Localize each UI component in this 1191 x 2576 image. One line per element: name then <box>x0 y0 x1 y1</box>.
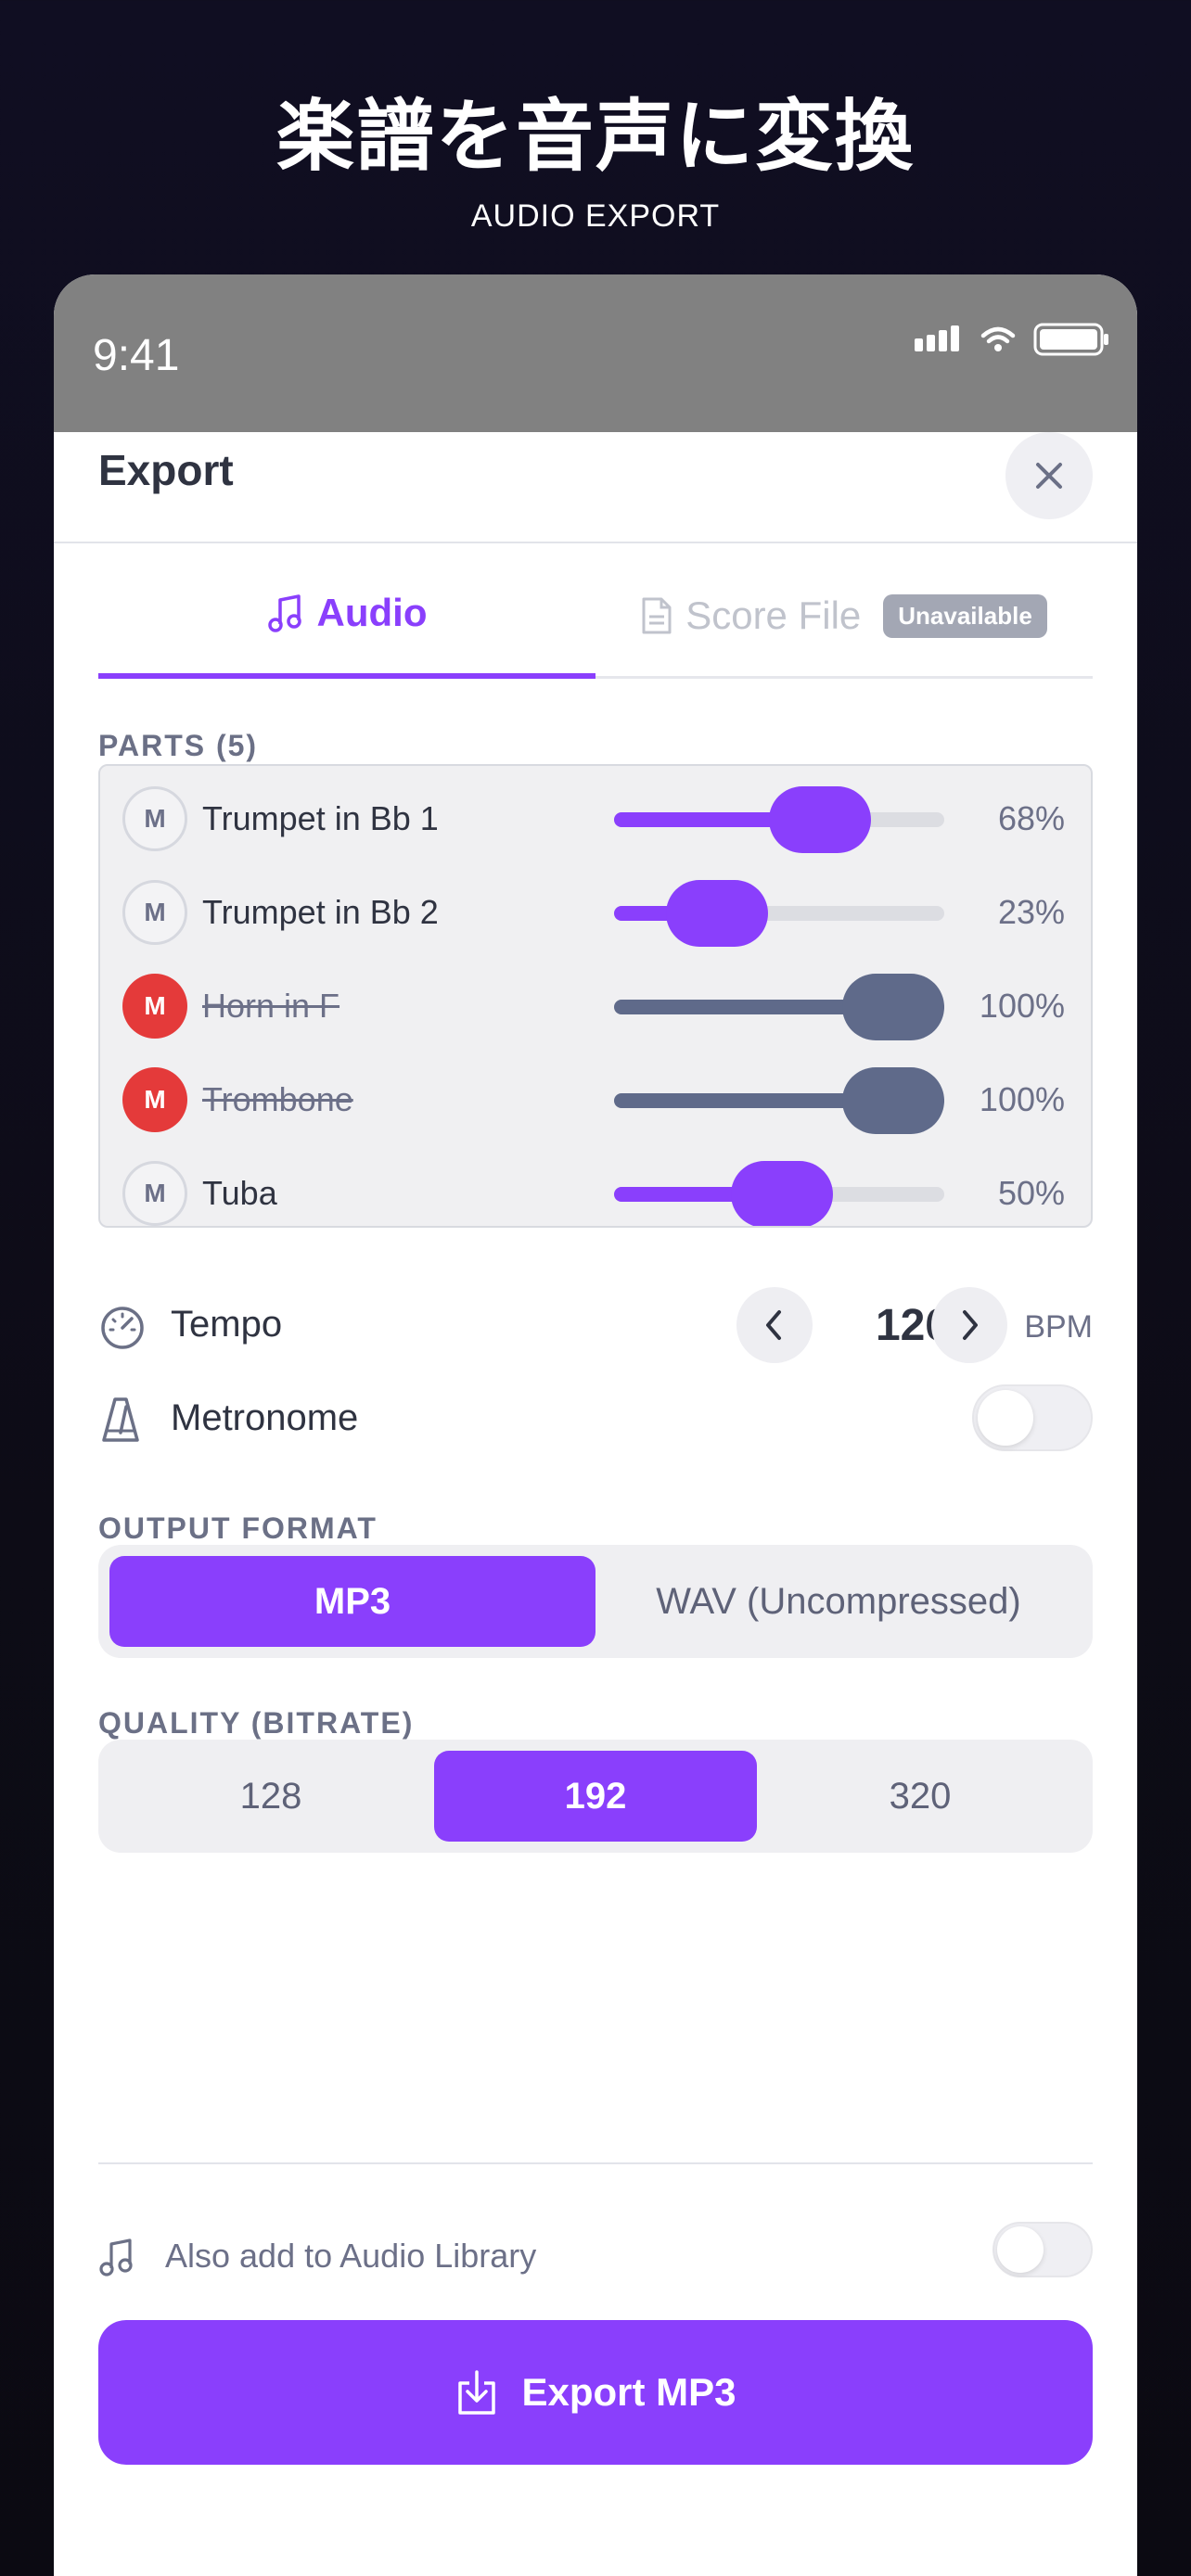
mute-button[interactable]: M <box>122 1067 187 1132</box>
hero-title: 楽譜を音声に変換 <box>275 91 915 182</box>
export-tabs: Audio Score File Unavailable <box>98 553 1093 679</box>
bitrate-option-192[interactable]: 192 <box>434 1751 757 1842</box>
part-row: M Horn in F 100% <box>100 959 1091 1052</box>
speedometer-icon <box>101 1307 144 1349</box>
volume-slider-thumb[interactable] <box>666 880 768 947</box>
export-button-label: Export MP3 <box>521 2370 736 2414</box>
volume-percent: 50% <box>997 1174 1065 1212</box>
audio-library-row: Also add to Audio Library <box>98 2218 1093 2292</box>
parts-section-label: PARTS (5) <box>98 729 259 762</box>
chevron-left-icon <box>766 1310 781 1340</box>
chevron-right-icon <box>963 1310 978 1340</box>
cellular-signal-icon <box>915 325 959 351</box>
part-name: Trumpet in Bb 2 <box>202 893 439 931</box>
volume-slider[interactable] <box>614 786 944 853</box>
toggle-knob <box>997 2226 1044 2273</box>
volume-percent: 23% <box>997 893 1065 931</box>
volume-slider-thumb[interactable] <box>769 786 871 853</box>
document-icon <box>642 597 672 634</box>
music-note-icon <box>267 594 301 632</box>
export-header: Export <box>54 432 1137 543</box>
format-option-mp3[interactable]: MP3 <box>109 1556 596 1647</box>
metronome-row: Metronome <box>98 1377 1093 1460</box>
volume-percent: 100% <box>979 1080 1065 1118</box>
mute-button[interactable]: M <box>122 974 187 1039</box>
volume-percent: 100% <box>979 987 1065 1025</box>
tab-audio[interactable]: Audio <box>98 553 596 679</box>
status-time: 9:41 <box>93 331 180 380</box>
unavailable-badge: Unavailable <box>883 593 1047 638</box>
export-button[interactable]: Export MP3 <box>98 2320 1093 2465</box>
volume-slider[interactable] <box>614 974 944 1040</box>
volume-slider[interactable] <box>614 1161 944 1226</box>
volume-slider[interactable] <box>614 1067 944 1134</box>
part-row: M Trumpet in Bb 1 68% <box>100 772 1091 864</box>
audio-library-label: Also add to Audio Library <box>165 2237 537 2275</box>
mute-button[interactable]: M <box>122 880 187 945</box>
bitrate-option-128[interactable]: 128 <box>109 1751 432 1842</box>
part-row: M Trumpet in Bb 2 23% <box>100 865 1091 958</box>
output-format-label: OUTPUT FORMAT <box>98 1511 378 1545</box>
toggle-knob <box>978 1390 1033 1446</box>
phone-frame: 9:41 Export Audio Score File Unavailable… <box>54 274 1137 2576</box>
volume-slider[interactable] <box>614 880 944 947</box>
tab-score-file: Score File Unavailable <box>596 553 1093 679</box>
tab-score-file-label: Score File <box>685 593 862 637</box>
status-bar: 9:41 <box>54 274 1137 432</box>
volume-slider-thumb[interactable] <box>842 974 944 1040</box>
parts-list: M Trumpet in Bb 1 68% M Trumpet in Bb 2 … <box>98 764 1093 1228</box>
part-name: Trombone <box>202 1080 353 1118</box>
part-name: Trumpet in Bb 1 <box>202 799 439 837</box>
tab-audio-label: Audio <box>316 591 428 634</box>
part-row: M Tuba 50% <box>100 1146 1091 1226</box>
part-row: M Trombone 100% <box>100 1052 1091 1145</box>
audio-library-toggle[interactable] <box>992 2222 1093 2277</box>
page-title: Export <box>98 446 234 494</box>
tempo-unit: BPM <box>1024 1309 1093 1345</box>
mute-button[interactable]: M <box>122 1161 187 1226</box>
part-name: Tuba <box>202 1174 277 1212</box>
battery-icon <box>1033 323 1108 356</box>
part-name: Horn in F <box>202 987 340 1025</box>
tempo-row: Tempo 126 BPM <box>98 1283 1093 1367</box>
metronome-label: Metronome <box>171 1397 359 1438</box>
metronome-toggle[interactable] <box>972 1384 1093 1451</box>
music-note-icon <box>99 2238 133 2276</box>
format-option-wav[interactable]: WAV (Uncompressed) <box>596 1556 1082 1647</box>
tempo-decrease-button[interactable] <box>736 1287 813 1363</box>
download-icon <box>458 2370 496 2415</box>
close-icon <box>1036 463 1062 489</box>
volume-percent: 68% <box>997 799 1065 837</box>
tempo-label: Tempo <box>171 1304 283 1345</box>
mute-button[interactable]: M <box>122 786 187 851</box>
bitrate-option-320[interactable]: 320 <box>759 1751 1082 1842</box>
hero-subtitle: AUDIO EXPORT <box>470 198 721 234</box>
close-button[interactable] <box>1005 432 1093 519</box>
volume-slider-thumb[interactable] <box>731 1161 833 1226</box>
output-format-selector: MP3 WAV (Uncompressed) <box>98 1545 1093 1658</box>
quality-selector: 128 192 320 <box>98 1740 1093 1853</box>
divider <box>98 2162 1093 2164</box>
quality-label: QUALITY (BITRATE) <box>98 1706 415 1740</box>
volume-slider-thumb[interactable] <box>842 1067 944 1134</box>
metronome-icon <box>102 1397 139 1442</box>
wifi-icon <box>980 326 1016 351</box>
tempo-increase-button[interactable] <box>931 1287 1007 1363</box>
